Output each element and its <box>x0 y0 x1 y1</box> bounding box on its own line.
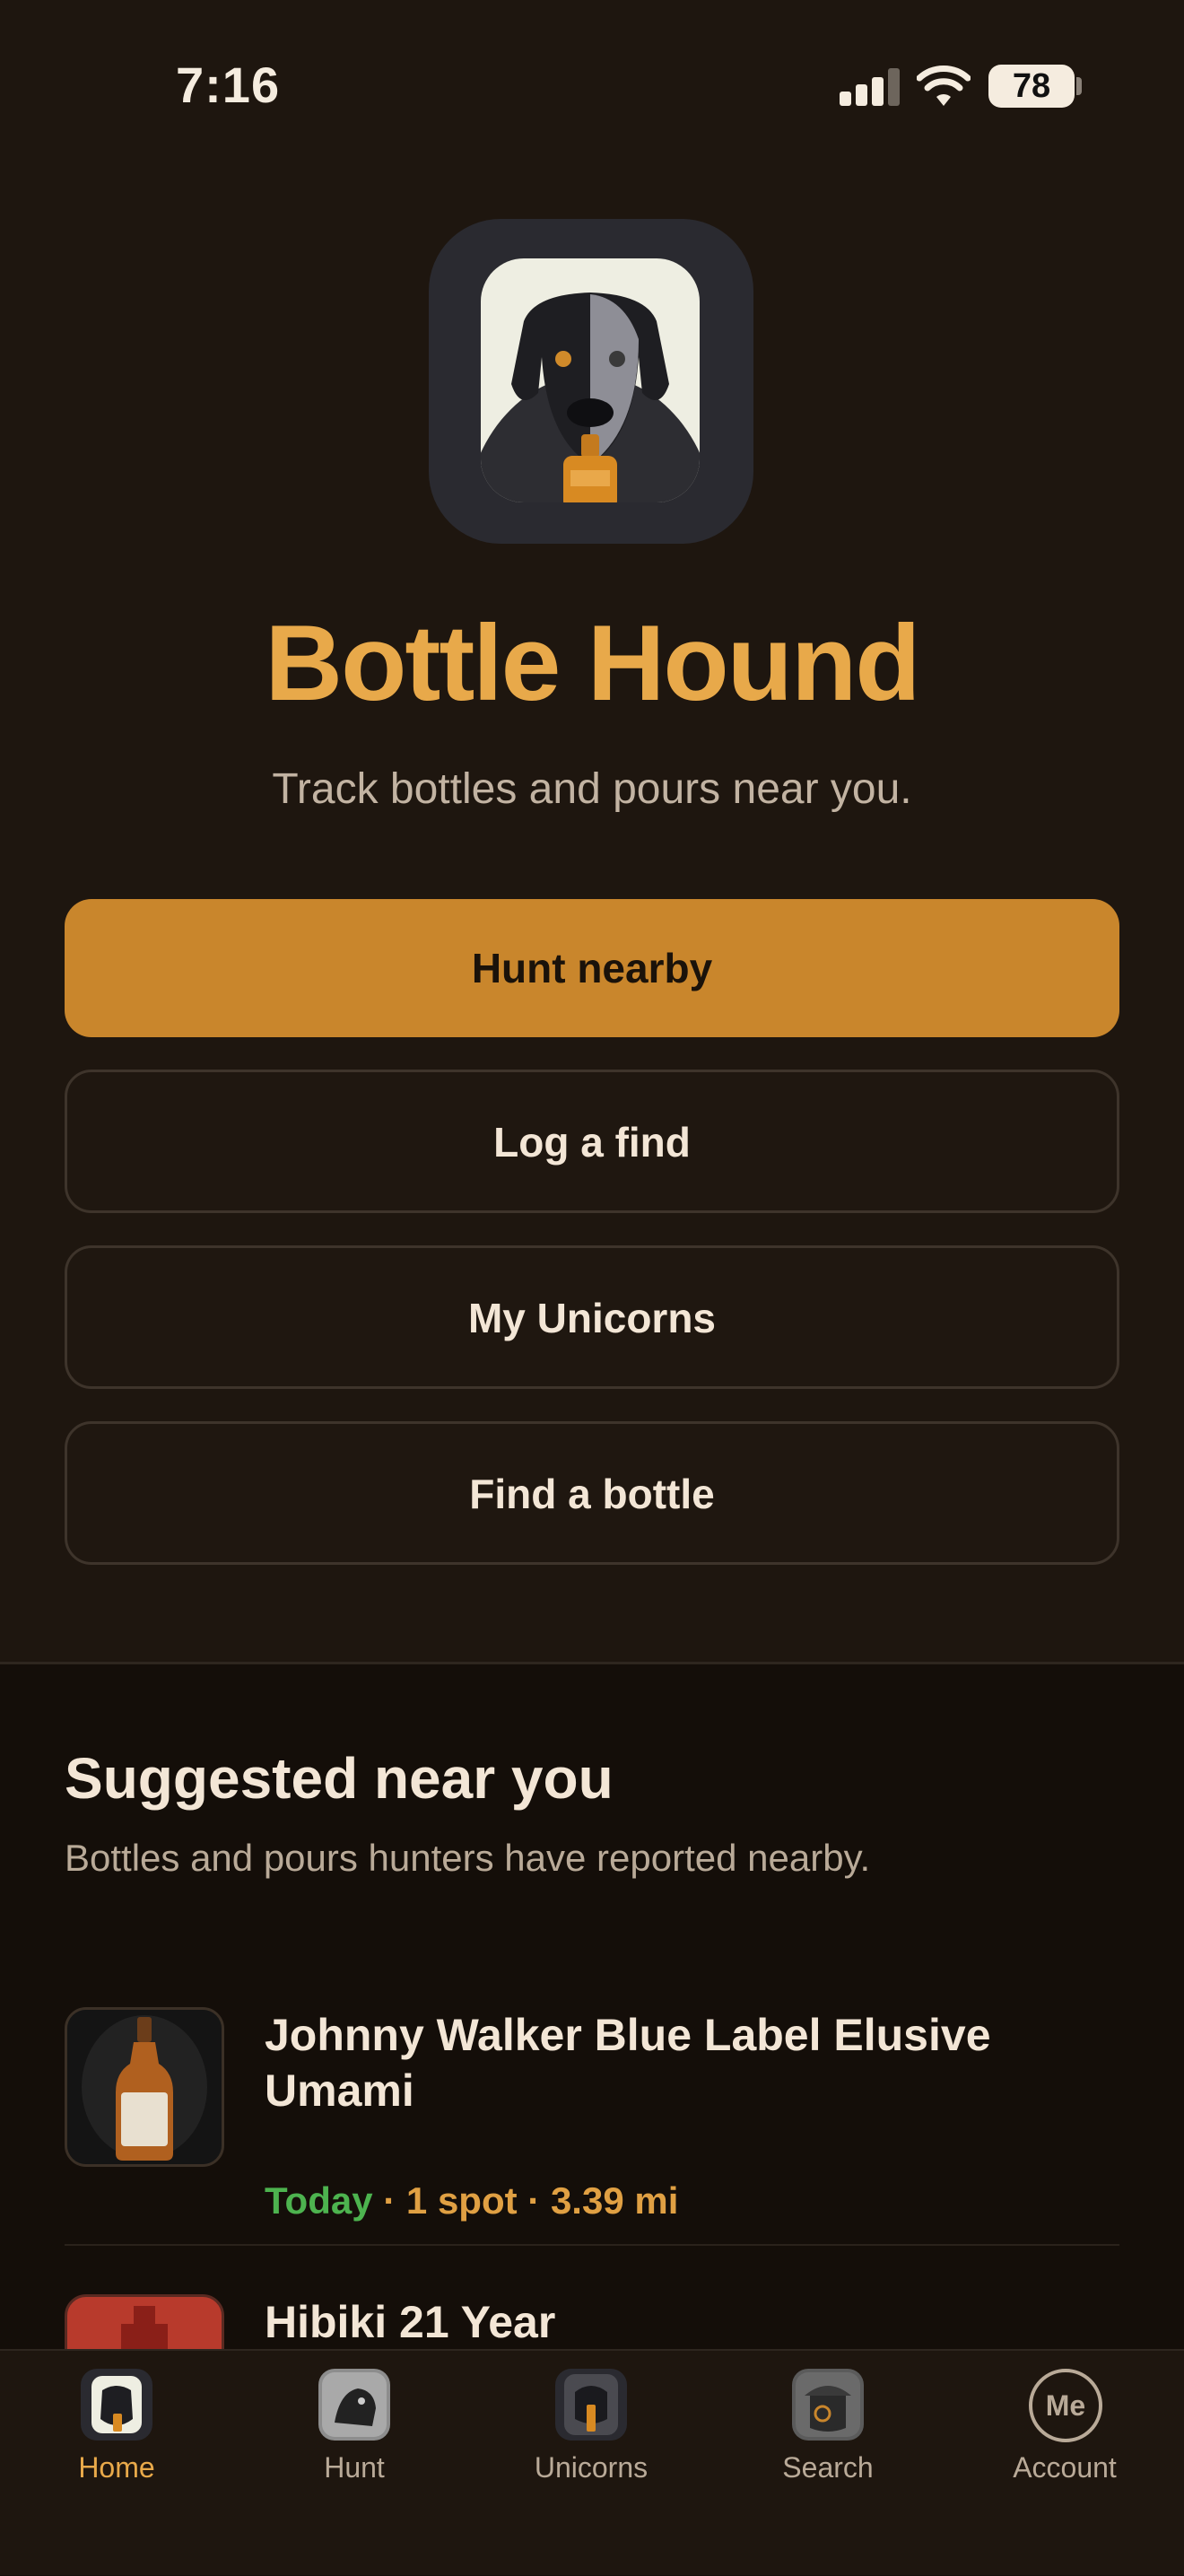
section-subtitle: Bottles and pours hunters have reported … <box>65 1837 871 1879</box>
app-tagline: Track bottles and pours near you. <box>272 765 912 813</box>
tab-label: Hunt <box>324 2451 385 2484</box>
status-bar: 7:16 78 <box>0 0 1184 135</box>
my-unicorns-button[interactable]: My Unicorns <box>65 1245 1119 1389</box>
divider <box>65 2244 1119 2246</box>
tab-bar: Home Hunt Unicorns Search Me Account <box>0 2349 1184 2575</box>
wifi-icon <box>917 65 971 106</box>
item-name: Johnny Walker Blue Label Elusive Umami <box>265 2010 991 2116</box>
app-logo <box>429 219 753 544</box>
dog-bottle-logo-icon <box>481 258 700 502</box>
hunt-nearby-button[interactable]: Hunt nearby <box>65 899 1119 1037</box>
hunt-dog-icon <box>318 2369 390 2441</box>
log-a-find-button[interactable]: Log a find <box>65 1070 1119 1213</box>
app-title: Bottle Hound <box>265 603 920 723</box>
item-when: Today <box>265 2179 373 2222</box>
tab-label: Unicorns <box>534 2451 649 2484</box>
unicorns-icon <box>555 2369 627 2441</box>
tab-label: Account <box>1013 2451 1117 2484</box>
battery-tip <box>1076 77 1082 95</box>
tab-unicorns[interactable]: Unicorns <box>501 2369 681 2494</box>
tab-label: Home <box>78 2451 155 2484</box>
account-avatar-icon: Me <box>1029 2369 1102 2442</box>
item-spots: 1 spot <box>405 2179 518 2222</box>
tab-account[interactable]: Me Account <box>975 2369 1154 2494</box>
status-time: 7:16 <box>176 57 281 113</box>
tab-home[interactable]: Home <box>27 2369 206 2494</box>
battery-icon: 78 <box>988 65 1075 108</box>
tab-search[interactable]: Search <box>738 2369 918 2494</box>
list-item[interactable]: Johnny Walker Blue Label Elusive Umami T… <box>65 2007 1119 2222</box>
find-a-bottle-button[interactable]: Find a bottle <box>65 1421 1119 1565</box>
separator: · <box>383 2179 396 2222</box>
item-distance: 3.39 mi <box>550 2179 679 2222</box>
home-dog-icon <box>81 2369 152 2441</box>
search-detective-icon <box>792 2369 864 2441</box>
cellular-signal-icon <box>840 68 901 106</box>
separator: · <box>527 2179 541 2222</box>
item-meta: Today · 1 spot · 3.39 mi <box>265 2179 678 2222</box>
tab-label: Search <box>782 2451 874 2484</box>
bottle-thumbnail <box>65 2007 224 2167</box>
item-name: Hibiki 21 Year <box>265 2297 556 2347</box>
section-title: Suggested near you <box>65 1746 614 1811</box>
tab-hunt[interactable]: Hunt <box>265 2369 444 2494</box>
